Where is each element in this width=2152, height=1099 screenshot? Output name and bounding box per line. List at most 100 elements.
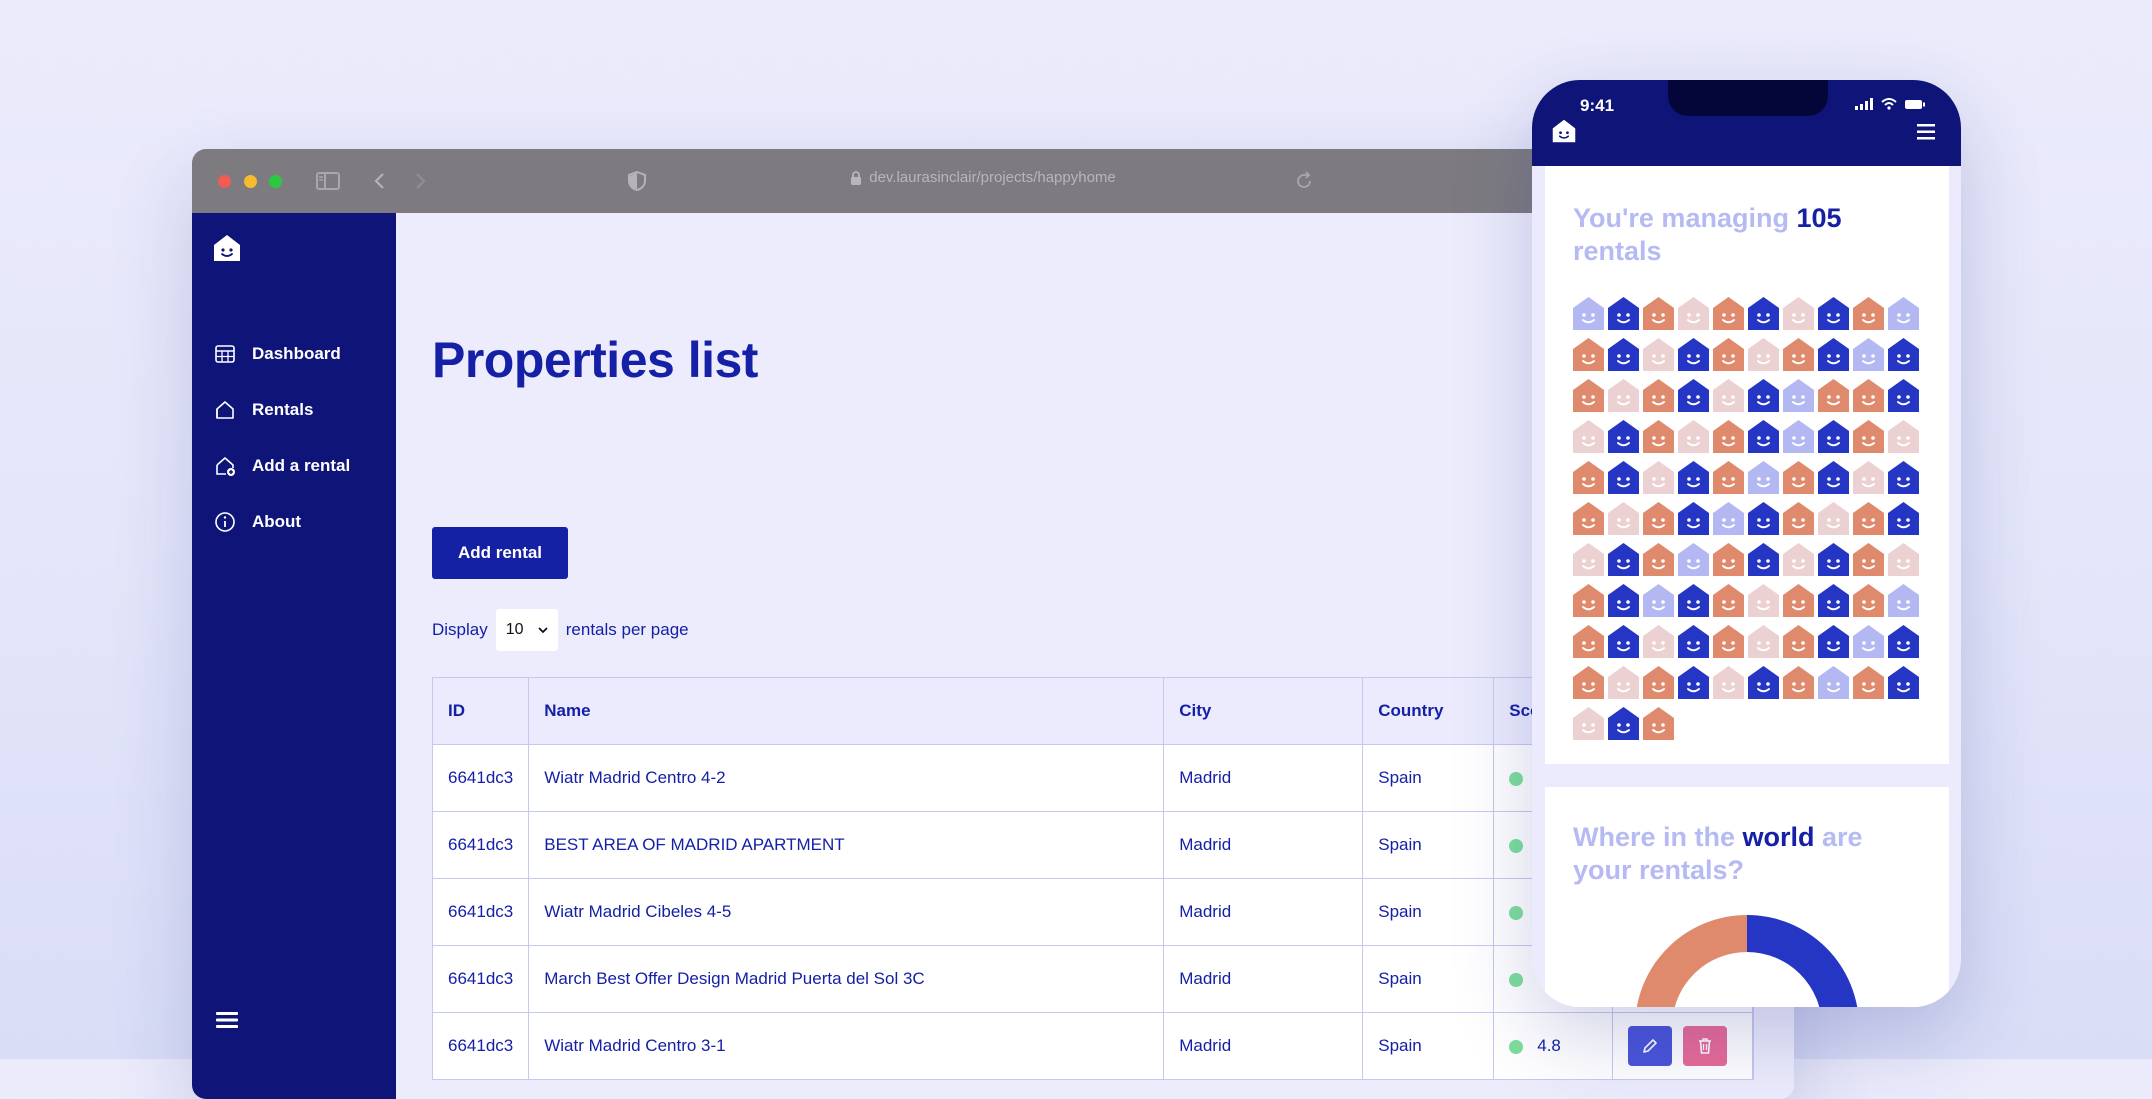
cell-city: Madrid <box>1163 811 1364 879</box>
house-pictogram-icon <box>1678 297 1709 330</box>
col-header-country[interactable]: Country <box>1362 678 1495 745</box>
add-rental-button[interactable]: Add rental <box>432 527 568 579</box>
house-pictogram-icon <box>1783 297 1814 330</box>
battery-icon <box>1905 99 1925 109</box>
house-pictogram-icon <box>1573 461 1604 494</box>
house-pictogram-icon <box>1818 625 1849 658</box>
hamburger-menu-icon[interactable] <box>1917 124 1935 140</box>
sidebar-item-about[interactable]: About <box>214 511 301 533</box>
table-row[interactable]: 6641dc3 Wiatr Madrid Centro 3-1 Madrid S… <box>433 1012 1753 1080</box>
house-pictogram-icon <box>1608 461 1639 494</box>
happyhome-logo-icon[interactable] <box>1551 118 1577 144</box>
country-donut-chart <box>1636 915 1858 1007</box>
house-pictogram-icon <box>1713 502 1744 535</box>
house-pictogram-icon <box>1678 461 1709 494</box>
sidebar-item-label: Dashboard <box>252 344 341 363</box>
house-pictogram-icon <box>1608 625 1639 658</box>
page-title: Properties list <box>432 332 758 388</box>
cell-id: 6641dc3 <box>433 744 530 812</box>
house-pictogram-icon <box>1748 420 1779 453</box>
house-pictogram-icon <box>1888 338 1919 371</box>
reload-icon[interactable] <box>1290 167 1318 195</box>
status-dot <box>1509 1039 1524 1054</box>
rentals-per-page-select[interactable]: 10 <box>495 609 558 651</box>
house-pictogram-icon <box>1713 379 1744 412</box>
house-pictogram-icon <box>1573 297 1604 330</box>
phone-header: 9:41 <box>1532 80 1961 166</box>
house-pictogram-icon <box>1678 502 1709 535</box>
delete-button[interactable] <box>1682 1026 1727 1066</box>
signal-icon <box>1855 98 1873 110</box>
house-pictogram-icon <box>1818 379 1849 412</box>
pencil-icon <box>1643 1039 1658 1053</box>
house-pictogram-icon <box>1748 379 1779 412</box>
sidebar-item-add-rental[interactable]: Add a rental <box>214 455 350 477</box>
house-pictogram-icon <box>1573 584 1604 617</box>
cell-id: 6641dc3 <box>433 811 530 879</box>
status-dot <box>1509 771 1524 786</box>
col-header-name[interactable]: Name <box>528 678 1165 745</box>
house-pictogram-icon <box>1783 420 1814 453</box>
house-pictogram-icon <box>1818 666 1849 699</box>
happyhome-logo-icon[interactable] <box>212 233 242 263</box>
cell-city: Madrid <box>1163 878 1364 946</box>
cell-country: Spain <box>1362 744 1495 812</box>
house-pictogram-icon <box>1888 584 1919 617</box>
house-pictogram-icon <box>1853 461 1884 494</box>
cell-name[interactable]: Wiatr Madrid Cibeles 4-5 <box>528 878 1165 946</box>
cell-name[interactable]: March Best Offer Design Madrid Puerta de… <box>528 945 1165 1013</box>
house-pictogram-icon <box>1853 543 1884 576</box>
chevron-down-icon <box>538 627 548 634</box>
cell-country: Spain <box>1362 878 1495 946</box>
house-pictogram-icon <box>1608 379 1639 412</box>
edit-button[interactable] <box>1628 1026 1673 1066</box>
col-header-id[interactable]: ID <box>433 678 530 745</box>
house-pictogram-icon <box>1678 543 1709 576</box>
status-dot <box>1509 972 1524 987</box>
sidebar-item-dashboard[interactable]: Dashboard <box>214 343 341 365</box>
house-pictogram-icon <box>1888 502 1919 535</box>
house-pictogram-icon <box>1573 543 1604 576</box>
house-pictogram-icon <box>1853 379 1884 412</box>
house-pictogram-icon <box>1818 338 1849 371</box>
house-pictogram-icon <box>1783 584 1814 617</box>
hamburger-menu-icon[interactable] <box>216 1010 238 1030</box>
rentals-count-card: You're managing 105 rentals <box>1545 166 1949 764</box>
info-icon <box>215 512 235 532</box>
house-pictogram-icon <box>1713 420 1744 453</box>
house-pictogram-icon <box>1888 461 1919 494</box>
cell-name[interactable]: Wiatr Madrid Centro 3-1 <box>528 1012 1165 1080</box>
cell-name[interactable]: BEST AREA OF MADRID APARTMENT <box>528 811 1165 879</box>
house-pictogram-icon <box>1643 338 1674 371</box>
house-pictogram-icon <box>1713 543 1744 576</box>
cell-city: Madrid <box>1163 1012 1364 1080</box>
house-pictogram-icon <box>1713 461 1744 494</box>
house-pictogram-icon <box>1573 420 1604 453</box>
house-pictogram-icon <box>1713 338 1744 371</box>
url-text: dev.laurasinclair/projects/happyhome <box>869 169 1116 186</box>
title-start: Where in the <box>1573 822 1743 852</box>
house-pictogram-icon <box>1643 502 1674 535</box>
house-pictogram-icon <box>1643 379 1674 412</box>
donut-segment <box>1747 915 1858 1007</box>
houses-grid <box>1572 296 1922 741</box>
house-pictogram-icon <box>1608 584 1639 617</box>
house-pictogram-icon <box>1643 543 1674 576</box>
house-pictogram-icon <box>1573 666 1604 699</box>
wifi-icon <box>1881 98 1897 110</box>
house-pictogram-icon <box>1678 584 1709 617</box>
donut-segment <box>1636 915 1747 1007</box>
phone-notch <box>1668 80 1828 116</box>
status-dot <box>1509 905 1524 920</box>
cell-id: 6641dc3 <box>433 1012 530 1080</box>
phone-mockup: 9:41 You're managing 105 rentals Where i… <box>1532 80 1961 1007</box>
cell-country: Spain <box>1362 945 1495 1013</box>
cell-name[interactable]: Wiatr Madrid Centro 4-2 <box>528 744 1165 812</box>
cell-actions <box>1612 1012 1753 1080</box>
house-pictogram-icon <box>1678 420 1709 453</box>
sidebar-item-rentals[interactable]: Rentals <box>214 399 313 421</box>
status-dot <box>1509 838 1524 853</box>
cell-id: 6641dc3 <box>433 945 530 1013</box>
house-pictogram-icon <box>1573 502 1604 535</box>
col-header-city[interactable]: City <box>1163 678 1364 745</box>
